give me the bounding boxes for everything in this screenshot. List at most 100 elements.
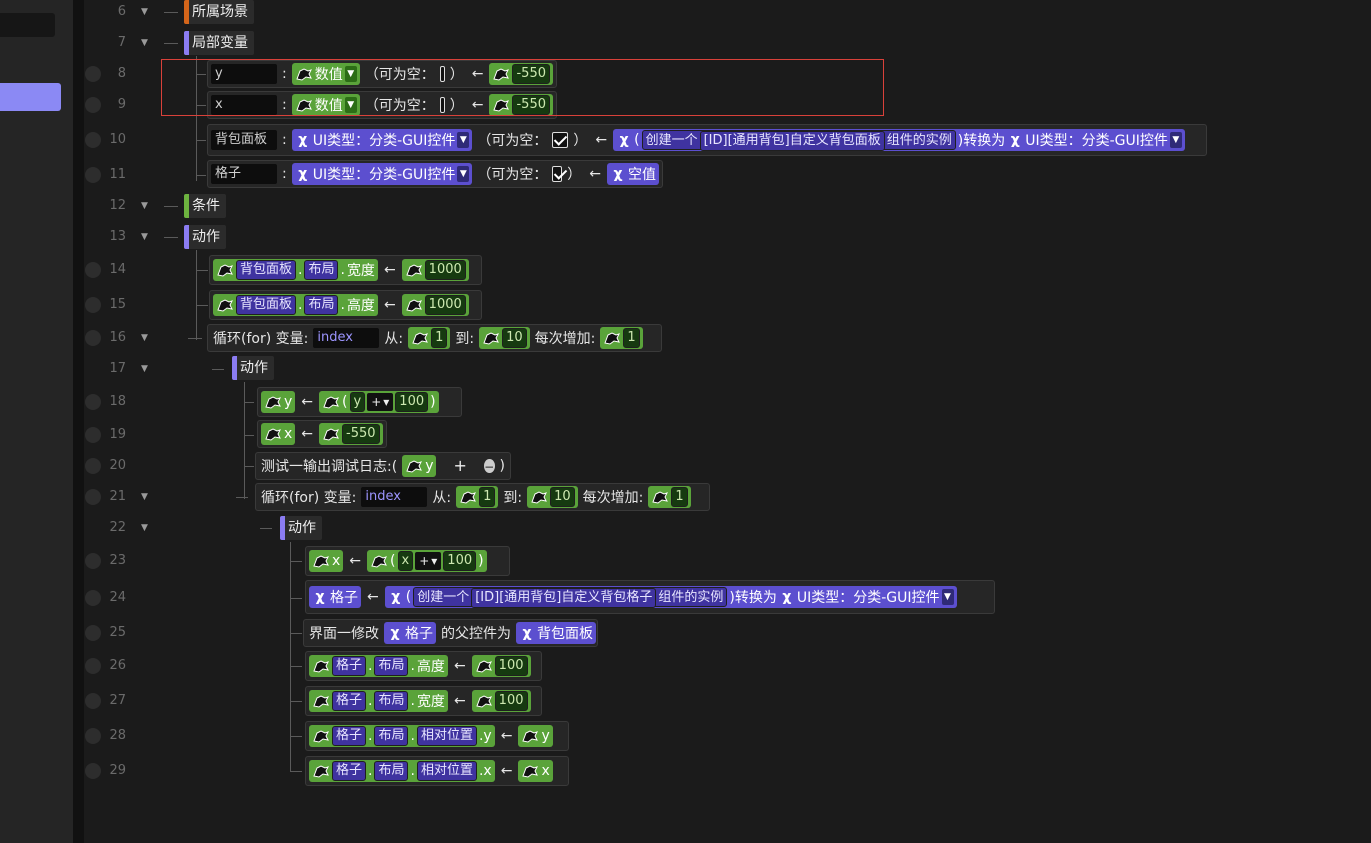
debug-log-statement[interactable]: 测试一输出调试日志:( y + − ) [255,452,511,480]
section-local-vars[interactable]: 局部变量 [184,31,254,55]
sidebar-item[interactable] [0,13,55,37]
breakpoint-dot[interactable] [85,458,101,474]
component-id[interactable]: [ID][通用背包]自定义背包面板 [699,131,885,151]
rel-pos-ref[interactable]: 相对位置 [416,761,477,781]
fold-toggle-icon[interactable]: ▼ [141,492,148,502]
operator-select[interactable]: + ▾ [415,552,442,570]
breakpoint-dot[interactable] [85,66,101,82]
property-block[interactable]: 背包面板. 布局. 高度 [213,294,378,316]
var-block[interactable]: y [261,391,296,413]
breakpoint-dot[interactable] [85,590,101,606]
assign-panel-width[interactable]: 背包面板. 布局. 宽度 ← 1000 [209,255,482,285]
set-parent-statement[interactable]: 界面一修改 χ 格子 的父控件为 χ 背包面板 [303,619,598,647]
assign-x[interactable]: x ← -550 [257,420,387,448]
layout-ref[interactable]: 布局 [374,691,409,711]
var-ref[interactable]: 背包面板 [236,260,297,280]
fold-toggle-icon[interactable]: ▼ [141,523,148,533]
assign-cell-pos-y[interactable]: 格子. 布局. 相对位置 .y ← y [305,721,569,751]
sidebar-item-selected[interactable] [0,83,61,111]
var-declaration-bag-panel[interactable]: 背包面板 : χ UI类型：分类-GUI控件 ▼ （可为空： ） ← χ ( 创建一… [207,124,1207,156]
fold-toggle-icon[interactable]: ▼ [141,232,148,242]
breakpoint-dot[interactable] [85,625,101,641]
number-block[interactable]: 100 [471,690,531,712]
breakpoint-dot[interactable] [85,693,101,709]
number-value[interactable]: 10 [550,487,575,507]
var-block[interactable]: x [518,760,553,782]
var-ref[interactable]: 格子 [332,691,367,711]
breakpoint-dot[interactable] [85,262,101,278]
var-ref[interactable]: x [397,551,414,571]
number-value[interactable]: 100 [443,551,477,571]
number-block[interactable]: 1000 [401,294,469,316]
breakpoint-dot[interactable] [85,728,101,744]
number-block[interactable]: 1 [456,486,499,508]
number-block[interactable]: 10 [479,327,530,349]
type-selector[interactable]: χ UI类型：分类-GUI控件 ▼ [291,163,473,185]
add-expression[interactable]: (x + ▾ 100) [367,550,487,572]
breakpoint-dot[interactable] [85,489,101,505]
property-block[interactable]: 背包面板. 布局. 宽度 [213,259,378,281]
number-value[interactable]: 10 [502,328,527,348]
layout-ref[interactable]: 布局 [374,656,409,676]
var-ref[interactable]: y [349,392,366,412]
panel-divider[interactable] [73,0,84,843]
var-declaration-cell[interactable]: 格子 : χ UI类型：分类-GUI控件 ▼ （可为空： ） ← χ 空值 [207,160,663,188]
property-block[interactable]: 格子. 布局. 相对位置 .x [309,760,495,782]
for-loop-inner[interactable]: 循环(for) 变量: index 从: 1 到: 10 每次增加: 1 [255,483,710,511]
operator-select[interactable]: + ▾ [367,393,394,411]
null-value-block[interactable]: χ 空值 [607,163,659,185]
fold-toggle-icon[interactable]: ▼ [141,7,148,17]
layout-ref[interactable]: 布局 [374,726,409,746]
assign-cell-pos-x[interactable]: 格子. 布局. 相对位置 .x ← x [305,756,569,786]
nullable-checkbox[interactable] [552,166,563,182]
breakpoint-dot[interactable] [85,394,101,410]
fold-toggle-icon[interactable]: ▼ [141,333,148,343]
number-value[interactable]: 1 [479,487,496,507]
var-ref[interactable]: 背包面板 [236,295,297,315]
chevron-down-icon[interactable]: ▼ [457,166,470,182]
var-block[interactable]: y [518,725,553,747]
assign-x-add[interactable]: x ← (x + ▾ 100) [305,546,510,576]
number-value[interactable]: 1 [623,328,640,348]
section-actions[interactable]: 动作 [184,225,226,249]
var-block[interactable]: x [309,550,344,572]
add-argument-icon[interactable]: + [453,458,466,474]
var-name-field[interactable]: 背包面板 [211,130,277,150]
layout-ref[interactable]: 布局 [304,260,339,280]
loop-var-field[interactable]: index [361,487,428,507]
chevron-down-icon[interactable]: ▼ [1169,132,1182,148]
create-instance-block[interactable]: 创建一个 [ID][通用背包]自定义背包格子 组件的实例 [413,587,728,608]
number-block[interactable]: 1 [600,327,643,349]
number-value[interactable]: 1 [671,487,688,507]
number-value[interactable]: 1 [431,328,448,348]
chevron-down-icon[interactable]: ▼ [941,589,954,605]
var-block[interactable]: y [402,455,437,477]
var-block[interactable]: χ 格子 [309,586,361,608]
breakpoint-dot[interactable] [85,427,101,443]
breakpoint-dot[interactable] [85,132,101,148]
assign-panel-height[interactable]: 背包面板. 布局. 高度 ← 1000 [209,290,482,320]
number-value[interactable]: 100 [494,656,528,676]
var-ref[interactable]: 格子 [332,726,367,746]
assign-cell-instance[interactable]: χ 格子 ← χ ( 创建一个 [ID][通用背包]自定义背包格子 组件的实例 )转换… [305,580,995,614]
layout-ref[interactable]: 布局 [374,761,409,781]
number-block[interactable]: 1 [648,486,691,508]
var-ref[interactable]: 格子 [332,761,367,781]
rel-pos-ref[interactable]: 相对位置 [416,726,477,746]
assign-cell-width[interactable]: 格子. 布局. 宽度 ← 100 [305,686,542,716]
breakpoint-dot[interactable] [85,97,101,113]
loop-var-field[interactable]: index [313,328,380,348]
fold-toggle-icon[interactable]: ▼ [141,201,148,211]
number-value[interactable]: -550 [342,424,380,444]
breakpoint-dot[interactable] [85,763,101,779]
section-inner-loop-actions[interactable]: 动作 [280,516,322,540]
number-block[interactable]: 1 [408,327,451,349]
var-ref[interactable]: 格子 [332,656,367,676]
component-id[interactable]: [ID][通用背包]自定义背包格子 [471,588,657,608]
number-value[interactable]: 1000 [424,295,466,315]
var-block[interactable]: x [261,423,296,445]
section-loop-actions[interactable]: 动作 [232,356,274,380]
number-value[interactable]: 100 [395,392,429,412]
assign-y-add[interactable]: y ← (y + ▾ 100) [257,387,462,417]
section-scene[interactable]: 所属场景 [184,0,254,24]
